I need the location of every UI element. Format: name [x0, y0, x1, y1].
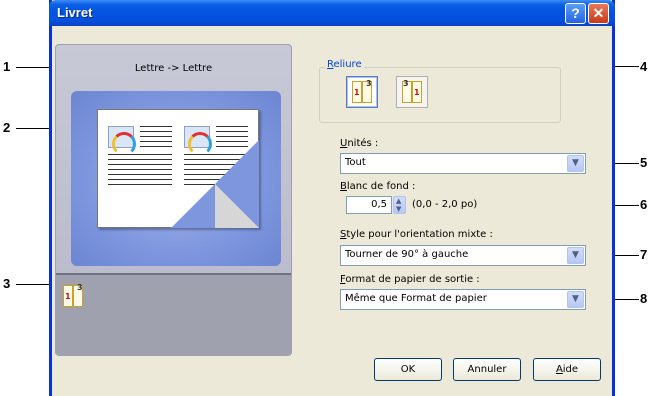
booklet-preview-sheet — [97, 109, 259, 228]
preview-area — [71, 91, 281, 266]
close-button[interactable]: ✕ — [588, 3, 609, 24]
units-value: Tout — [345, 157, 366, 168]
callout-3: 3 — [3, 276, 11, 291]
booklet-dialog: Livret ? ✕ Lettre -> Lettre 1 3 Reliure … — [49, 0, 615, 396]
chevron-down-icon[interactable]: ▼ — [567, 155, 584, 172]
units-label: Unités : — [340, 138, 379, 149]
gutter-range: (0,0 - 2,0 po) — [412, 199, 478, 210]
left-binding-status-icon: 1 3 — [62, 283, 84, 309]
mixed-orientation-value: Tourner de 90° à gauche — [345, 249, 469, 260]
preview-panel: Lettre -> Lettre 1 3 — [55, 44, 292, 356]
callout-8: 8 — [640, 291, 648, 306]
spin-down-icon[interactable]: ▼ — [396, 206, 401, 213]
callout-4: 4 — [640, 59, 648, 74]
binding-group-label: Reliure — [325, 59, 364, 70]
help-button[interactable]: Aide — [533, 358, 601, 381]
spin-up-icon[interactable]: ▲ — [396, 198, 401, 205]
output-paper-value: Même que Format de papier — [345, 293, 487, 304]
preview-page-left — [108, 122, 176, 192]
right-binding-button[interactable]: 3 1 — [396, 76, 428, 108]
title-bar[interactable]: Livret ? ✕ — [49, 0, 615, 26]
help-title-button[interactable]: ? — [565, 3, 586, 24]
gutter-value: 0,5 — [371, 199, 387, 210]
callout-7: 7 — [640, 247, 648, 262]
gutter-input[interactable]: 0,5 — [346, 196, 392, 214]
callout-5: 5 — [640, 155, 648, 170]
page-curl-icon — [215, 184, 259, 228]
callout-6: 6 — [640, 197, 648, 212]
gutter-label: Blanc de fond : — [340, 181, 416, 192]
callout-1: 1 — [3, 59, 11, 74]
left-binding-icon: 1 3 — [351, 79, 373, 105]
output-paper-label: Format de papier de sortie : — [340, 274, 480, 285]
mixed-orientation-dropdown[interactable]: Tourner de 90° à gauche ▼ — [340, 245, 586, 266]
callout-3-line — [16, 284, 52, 285]
preview-caption: Lettre -> Lettre — [134, 63, 213, 74]
units-dropdown[interactable]: Tout ▼ — [340, 153, 586, 174]
right-binding-icon: 3 1 — [401, 79, 423, 105]
callout-2: 2 — [3, 120, 11, 135]
gutter-spinner[interactable]: ▲ ▼ — [393, 196, 406, 214]
cancel-button[interactable]: Annuler — [453, 358, 521, 381]
output-paper-dropdown[interactable]: Même que Format de papier ▼ — [340, 289, 586, 310]
rainbow-image-icon — [108, 126, 136, 156]
ok-button[interactable]: OK — [374, 358, 442, 381]
mixed-orientation-label: Style pour l'orientation mixte : — [340, 229, 493, 240]
left-binding-button[interactable]: 1 3 — [346, 76, 378, 108]
chevron-down-icon[interactable]: ▼ — [567, 247, 584, 264]
binding-status-strip: 1 3 — [56, 273, 291, 355]
chevron-down-icon[interactable]: ▼ — [567, 291, 584, 308]
window-title: Livret — [57, 5, 93, 20]
